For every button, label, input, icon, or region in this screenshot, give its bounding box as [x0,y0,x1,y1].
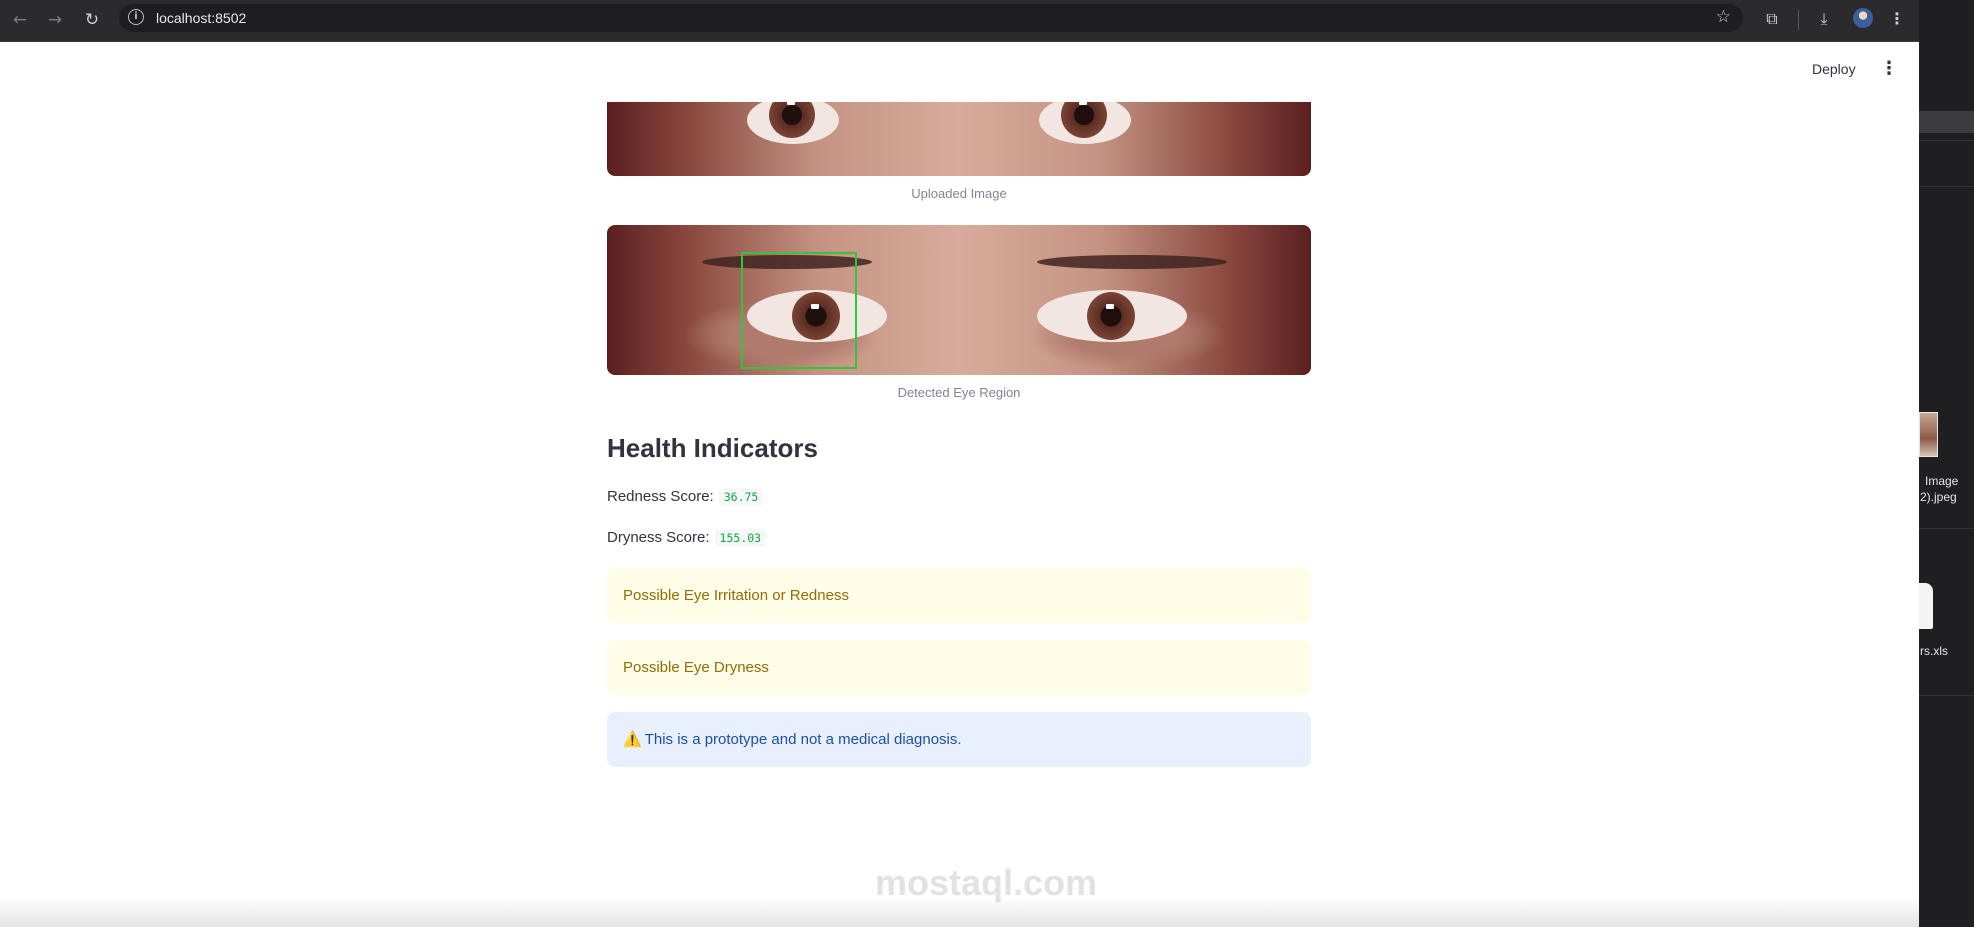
desktop-file-xls-name[interactable]: rs.xls [1920,644,1948,658]
dryness-warning-text: Possible Eye Dryness [623,659,769,676]
app-header [0,42,1919,102]
address-bar[interactable]: i localhost:8502 ☆ [119,4,1743,32]
desktop-divider [1919,528,1974,529]
detected-image-caption: Detected Eye Region [897,385,1021,400]
dryness-score-label: Dryness Score: [607,529,710,546]
extensions-icon[interactable]: ⧉ [1760,7,1784,31]
redness-score-value: 36.75 [718,488,764,506]
dryness-score-value: 155.03 [714,529,767,547]
uploaded-image-caption: Uploaded Image [911,186,1007,201]
desktop-divider [1919,186,1974,187]
browser-toolbar: ← → ↻ i localhost:8502 ☆ ⧉ ⤓ ⋮ [0,0,1919,42]
bottom-shadow [0,897,1919,927]
eye-detection-box [741,252,857,369]
uploaded-image [607,102,1311,176]
dryness-score-row: Dryness Score: 155.03 [607,529,767,547]
deploy-button[interactable]: Deploy [1812,61,1856,77]
warning-icon: ⚠️ [623,730,642,748]
disclaimer-info: ⚠️ This is a prototype and not a medical … [607,712,1311,767]
desktop-file-image-name-line2[interactable]: 2).jpeg [1920,490,1957,504]
desktop-divider [1919,695,1974,696]
redness-score-label: Redness Score: [607,488,714,505]
desktop-menubar [1919,111,1974,133]
dryness-warning: Possible Eye Dryness [607,640,1311,695]
health-indicators-heading: Health Indicators [607,433,818,463]
toolbar-divider [1798,10,1799,30]
right-eye [1039,102,1131,144]
irritation-warning: Possible Eye Irritation or Redness [607,568,1311,623]
detected-eye-image [607,225,1311,375]
redness-score-row: Redness Score: 36.75 [607,488,764,506]
site-info-icon[interactable]: i [128,9,144,25]
forward-icon[interactable]: → [43,8,67,32]
left-glint [787,102,795,105]
reload-icon[interactable]: ↻ [80,8,104,32]
right-iris [1087,292,1135,340]
right-glint [1106,304,1114,309]
profile-avatar[interactable] [1853,8,1873,28]
right-brow [1037,255,1227,269]
desktop-divider [1919,140,1974,141]
desktop-file-image-thumbnail[interactable] [1919,412,1938,457]
desktop-file-xls-icon[interactable] [1919,583,1933,629]
left-eye [747,102,839,144]
irritation-warning-text: Possible Eye Irritation or Redness [623,587,849,604]
bookmark-star-icon[interactable]: ☆ [1716,7,1731,27]
desktop-background [1919,0,1974,927]
back-icon[interactable]: ← [8,8,32,32]
download-icon[interactable]: ⤓ [1812,7,1836,31]
app-menu-icon[interactable]: ⋮ [1880,58,1898,79]
right-eye [1037,290,1187,342]
right-glint [1079,102,1087,105]
browser-menu-icon[interactable]: ⋮ [1885,7,1909,31]
url-text[interactable]: localhost:8502 [156,10,246,26]
disclaimer-text: This is a prototype and not a medical di… [644,731,962,748]
left-iris [769,102,815,138]
right-iris [1061,102,1107,138]
desktop-file-image-name-line1[interactable]: Image [1925,474,1958,488]
